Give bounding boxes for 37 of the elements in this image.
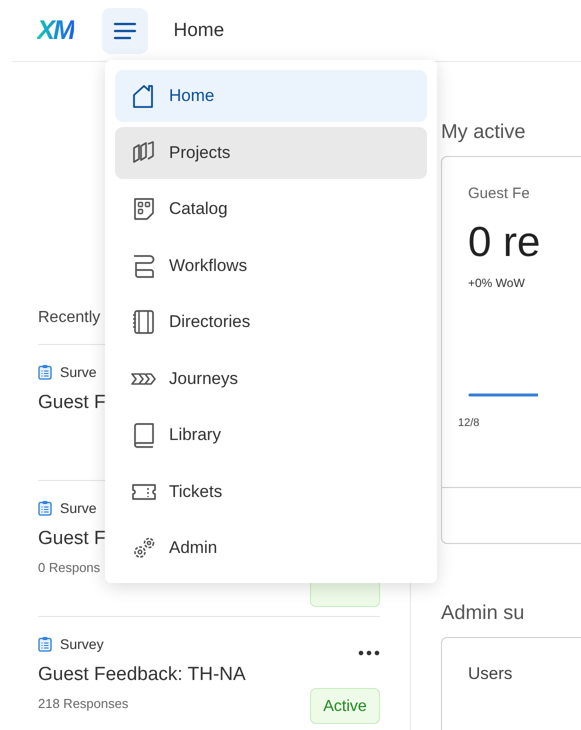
workflow-icon xyxy=(131,252,157,278)
item-type: Survey xyxy=(60,636,104,652)
change-label: +0% WoW xyxy=(468,276,526,290)
more-icon xyxy=(358,650,380,656)
card-title: Users xyxy=(468,664,514,684)
response-count: 0 Respons xyxy=(38,560,102,575)
status-badge: Active xyxy=(310,688,380,724)
menu-item[interactable]: Admin xyxy=(115,522,427,574)
catalog-icon xyxy=(131,196,157,222)
clipboard-icon xyxy=(38,500,52,516)
axis-label: 12/8 xyxy=(458,417,480,429)
menu-icon xyxy=(112,22,136,40)
item-type: Surve xyxy=(60,500,97,516)
menu-item[interactable]: Tickets xyxy=(115,466,427,518)
survey-name[interactable]: Guest Feedback: TH-NA xyxy=(38,664,246,686)
card-title: Guest Fe xyxy=(468,185,531,202)
response-count: 218 Responses xyxy=(38,696,130,711)
section-heading: My active xyxy=(441,121,526,144)
stacked-pages-icon xyxy=(131,140,157,166)
metric-value: 0 re xyxy=(468,218,542,266)
menu-item[interactable]: Library xyxy=(115,409,427,461)
book-icon xyxy=(131,422,157,448)
menu-button[interactable] xyxy=(102,8,148,54)
trend-line xyxy=(468,393,538,397)
page-title: Home xyxy=(174,20,224,42)
address-book-icon xyxy=(131,309,157,335)
menu-item[interactable]: Journeys xyxy=(115,352,427,404)
section-heading: Admin su xyxy=(441,602,526,625)
menu-item[interactable]: Projects xyxy=(115,126,427,178)
clipboard-icon xyxy=(38,636,52,652)
menu-item[interactable]: Catalog xyxy=(115,183,427,235)
survey-name[interactable]: Guest F xyxy=(38,528,106,550)
item-type: Surve xyxy=(60,364,97,380)
menu-item[interactable]: Workflows xyxy=(115,240,427,292)
survey-name[interactable]: Guest F xyxy=(38,392,106,414)
menu-item[interactable]: Home xyxy=(115,70,427,122)
clipboard-icon xyxy=(38,364,52,380)
